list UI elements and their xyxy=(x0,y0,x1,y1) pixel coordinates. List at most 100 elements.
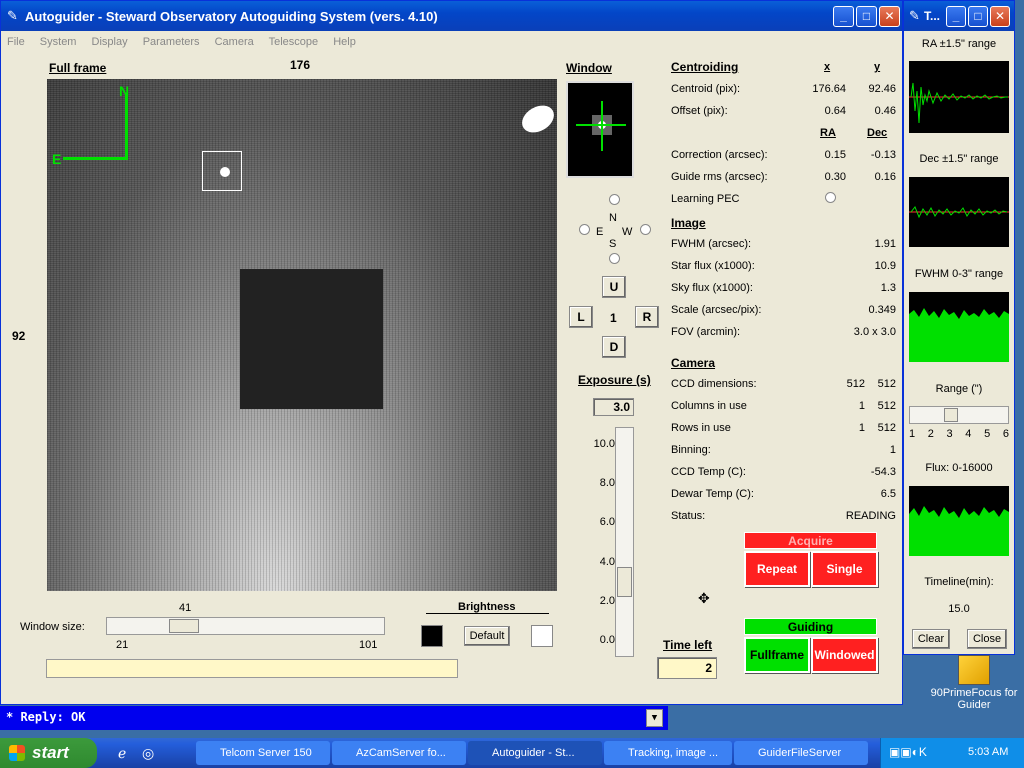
scale-label: Scale (arcsec/pix): xyxy=(671,304,762,316)
rms-label: Guide rms (arcsec): xyxy=(671,171,768,183)
windowed-button[interactable]: Windowed xyxy=(811,637,878,673)
move-up-button[interactable]: U xyxy=(602,276,626,298)
exposure-tick: 6.0 xyxy=(599,516,615,528)
menu-help[interactable]: Help xyxy=(333,36,356,48)
correction-dec: -0.13 xyxy=(870,149,896,161)
task-tracking[interactable]: Tracking, image ... xyxy=(604,741,732,765)
exposure-thumb[interactable] xyxy=(617,567,632,597)
x-coordinate: 176 xyxy=(290,58,311,72)
binning-value: 1 xyxy=(889,444,896,456)
full-frame-image[interactable]: N E xyxy=(47,79,557,591)
pec-radio[interactable] xyxy=(825,192,836,203)
menu-camera[interactable]: Camera xyxy=(215,36,254,48)
console-text: * Reply: OK xyxy=(6,710,86,724)
move-down-button[interactable]: D xyxy=(602,336,626,358)
star-flux-value: 10.9 xyxy=(874,260,896,272)
radio-west[interactable] xyxy=(640,224,651,235)
message-field[interactable] xyxy=(46,659,458,678)
side-close-text-button[interactable]: Close xyxy=(967,629,1007,649)
default-brightness-button[interactable]: Default xyxy=(464,626,510,646)
minimize-button[interactable]: _ xyxy=(833,6,854,27)
task-guiderfileserver[interactable]: GuiderFileServer xyxy=(734,741,868,765)
console-dropdown-button[interactable]: ▼ xyxy=(646,709,663,727)
ccd-dims-b: 512 xyxy=(877,378,896,390)
range-thumb[interactable] xyxy=(944,408,958,422)
flux-plot xyxy=(909,486,1009,556)
task-label: Tracking, image ... xyxy=(628,747,719,759)
ie-icon[interactable]: ℯ xyxy=(118,745,126,762)
offset-x: 0.64 xyxy=(824,105,846,117)
time-left-label: Time left xyxy=(663,638,713,652)
app-feather-icon: ✎ xyxy=(7,8,18,23)
radio-east[interactable] xyxy=(579,224,590,235)
window-size-thumb[interactable] xyxy=(169,619,199,633)
start-button[interactable]: start xyxy=(0,738,97,768)
maximize-button[interactable]: □ xyxy=(856,6,877,27)
task-azcamserver[interactable]: AzCamServer fo... xyxy=(332,741,466,765)
fullframe-button[interactable]: Fullframe xyxy=(744,637,810,673)
repeat-button[interactable]: Repeat xyxy=(744,551,810,587)
guide-window-box[interactable] xyxy=(202,151,242,191)
window-size-slider[interactable] xyxy=(106,617,385,635)
task-autoguider[interactable]: Autoguider - St... xyxy=(468,741,602,765)
camera-header: Camera xyxy=(671,356,716,370)
menu-telescope[interactable]: Telescope xyxy=(269,36,319,48)
ra-plot xyxy=(909,61,1009,133)
exposure-input[interactable]: 3.0 xyxy=(593,398,634,416)
centroid-x: 176.64 xyxy=(812,83,846,95)
close-button[interactable]: ✕ xyxy=(879,6,900,27)
col-ra: RA xyxy=(820,127,836,139)
scale-value: 0.349 xyxy=(868,304,896,316)
range-slider[interactable] xyxy=(909,406,1009,424)
fwhm-plot-svg xyxy=(909,308,1009,362)
start-label: start xyxy=(32,743,69,762)
clear-button[interactable]: Clear xyxy=(912,629,950,649)
labview-desktop-icon[interactable] xyxy=(958,655,990,685)
radio-south[interactable] xyxy=(609,253,620,264)
window-title: Autoguider - Steward Observatory Autogui… xyxy=(25,9,438,24)
range-tick: 3 xyxy=(946,428,953,440)
acquire-header: Acquire xyxy=(744,532,877,549)
brightness-light-button[interactable] xyxy=(531,625,553,647)
exposure-tick: 4.0 xyxy=(599,556,615,568)
task-label: Telcom Server 150 xyxy=(220,747,312,759)
side-close-button[interactable]: ✕ xyxy=(990,6,1010,27)
radio-north[interactable] xyxy=(609,194,620,205)
side-minimize-button[interactable]: _ xyxy=(946,6,966,27)
menu-file[interactable]: File xyxy=(7,36,25,48)
tray-icons[interactable]: ▣▣◐K xyxy=(889,745,927,759)
ccd-dims-a: 512 xyxy=(846,378,865,390)
browser-icon[interactable]: ◎ xyxy=(142,745,154,762)
rms-dec: 0.16 xyxy=(874,171,896,183)
rows-label: Rows in use xyxy=(671,422,731,434)
dark-square xyxy=(240,269,383,409)
move-left-button[interactable]: L xyxy=(569,306,593,328)
title-bar[interactable]: ✎ Autoguider - Steward Observatory Autog… xyxy=(1,1,902,31)
time-left-value: 2 xyxy=(657,657,717,679)
brightness-dark-button[interactable] xyxy=(421,625,443,647)
compass-n-line xyxy=(125,93,128,159)
tracking-window: ✎ T... _ □ ✕ RA ±1.5" range Dec ±1.5" ra… xyxy=(903,0,1015,655)
window-thumbnail xyxy=(566,81,634,178)
col-dec: Dec xyxy=(867,127,888,139)
console-strip[interactable]: * Reply: OK ▼ xyxy=(0,706,668,730)
task-telcom-server[interactable]: Telcom Server 150 xyxy=(196,741,330,765)
image-header: Image xyxy=(671,216,706,230)
star-flux-label: Star flux (x1000): xyxy=(671,260,755,272)
range-tick: 4 xyxy=(965,428,972,440)
flux-fill xyxy=(909,506,1009,556)
fwhm-label: FWHM (arcsec): xyxy=(671,238,752,250)
menu-system[interactable]: System xyxy=(40,36,77,48)
single-button[interactable]: Single xyxy=(811,551,878,587)
side-title-bar[interactable]: ✎ T... _ □ ✕ xyxy=(904,1,1014,31)
menu-parameters[interactable]: Parameters xyxy=(143,36,200,48)
dir-e: E xyxy=(596,226,604,238)
sky-flux-value: 1.3 xyxy=(880,282,896,294)
compass-n: N xyxy=(119,83,130,99)
move-right-button[interactable]: R xyxy=(635,306,659,328)
menu-display[interactable]: Display xyxy=(92,36,128,48)
exposure-slider[interactable] xyxy=(615,427,634,657)
side-maximize-button[interactable]: □ xyxy=(968,6,988,27)
fov-label: FOV (arcmin): xyxy=(671,326,741,338)
desktop-icon-label[interactable]: 90PrimeFocus for Guider xyxy=(928,687,1020,711)
